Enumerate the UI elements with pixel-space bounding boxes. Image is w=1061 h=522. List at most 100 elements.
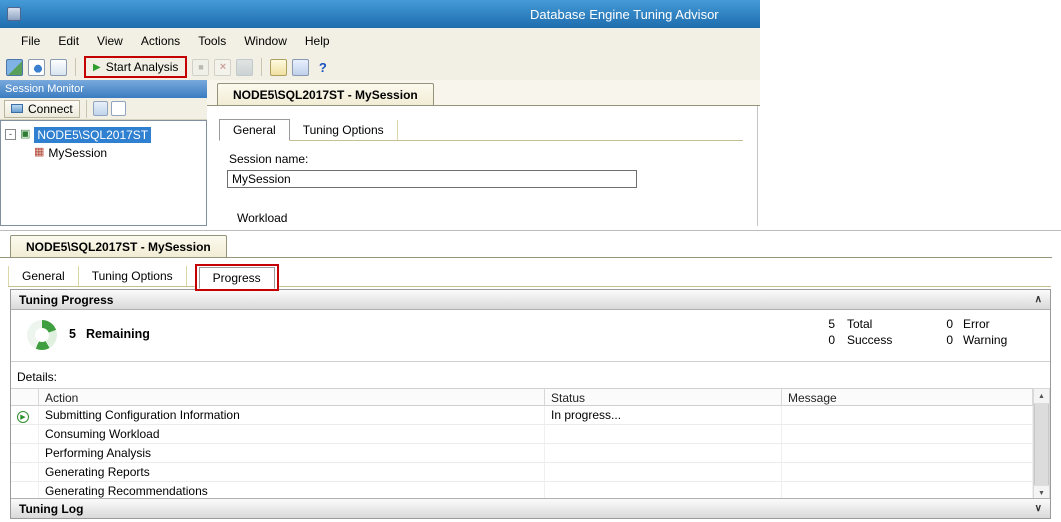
editor-tabs: General Tuning Options xyxy=(219,116,743,141)
table-row[interactable]: Performing Analysis xyxy=(11,444,1033,463)
menu-actions[interactable]: Actions xyxy=(132,30,189,52)
toolbar-separator xyxy=(86,100,87,118)
view-workload-icon[interactable] xyxy=(28,59,45,76)
session-editor: General Tuning Options Session name: Wor… xyxy=(207,106,758,226)
properties-icon[interactable] xyxy=(292,59,309,76)
remaining-label: Remaining xyxy=(86,327,150,341)
warning-label: Warning xyxy=(963,333,1007,347)
document-tab[interactable]: NODE5\SQL2017ST - MySession xyxy=(10,235,227,257)
cell-message xyxy=(782,463,1033,482)
cell-message xyxy=(782,406,1033,425)
menu-window[interactable]: Window xyxy=(235,30,296,52)
error-label: Error xyxy=(963,317,990,331)
refresh-icon[interactable] xyxy=(111,101,126,116)
toolbar-separator xyxy=(261,58,262,76)
session-node-label[interactable]: MySession xyxy=(48,146,107,160)
success-count: 0 xyxy=(813,333,835,347)
warning-count: 0 xyxy=(931,333,953,347)
progress-window: NODE5\SQL2017ST - MySession General Tuni… xyxy=(0,230,1061,522)
tab-tuning-options[interactable]: Tuning Options xyxy=(79,266,187,286)
expand-chevron-icon[interactable]: ∨ xyxy=(1035,503,1042,514)
collapse-chevron-icon[interactable]: ∧ xyxy=(1035,294,1042,305)
table-row[interactable]: Generating Reports xyxy=(11,463,1033,482)
document-tab[interactable]: NODE5\SQL2017ST - MySession xyxy=(217,83,434,105)
session-name-label: Session name: xyxy=(229,152,308,166)
menu-view[interactable]: View xyxy=(88,30,132,52)
table-row[interactable]: ▶ Submitting Configuration Information I… xyxy=(11,406,1033,425)
cell-icon xyxy=(11,444,39,463)
total-label: Total xyxy=(847,317,872,331)
cancel-analysis-icon[interactable]: × xyxy=(214,59,231,76)
workload-label: Workload xyxy=(237,211,287,225)
progress-tab-highlight: Progress xyxy=(195,264,279,291)
new-session-icon[interactable] xyxy=(6,59,23,76)
session-monitor-toolbar: Connect xyxy=(0,98,207,120)
column-icon xyxy=(11,388,39,406)
column-status[interactable]: Status xyxy=(545,388,782,406)
in-progress-icon: ▶ xyxy=(17,411,29,423)
session-name-input[interactable] xyxy=(227,170,637,188)
reports-icon[interactable] xyxy=(270,59,287,76)
total-count: 5 xyxy=(813,317,835,331)
menu-edit[interactable]: Edit xyxy=(49,30,88,52)
cell-icon xyxy=(11,463,39,482)
tab-general[interactable]: General xyxy=(219,119,290,141)
remaining-group: 5 Remaining xyxy=(69,327,150,341)
tree-expander-icon[interactable]: - xyxy=(5,129,16,140)
scroll-up-icon[interactable]: ▲ xyxy=(1034,389,1049,404)
cell-action: Consuming Workload xyxy=(39,425,545,444)
tuning-progress-title: Tuning Progress xyxy=(19,293,113,307)
cell-action: Performing Analysis xyxy=(39,444,545,463)
table-row[interactable]: Consuming Workload xyxy=(11,425,1033,444)
app-icon xyxy=(7,7,21,21)
connect-label: Connect xyxy=(28,102,73,116)
connect-button[interactable]: Connect xyxy=(4,100,80,118)
tree-row-session[interactable]: ▦ MySession xyxy=(1,144,206,161)
tab-general[interactable]: General xyxy=(8,266,79,286)
window-title: Database Engine Tuning Advisor xyxy=(530,7,719,22)
session-monitor-panel: Session Monitor Connect - ▣ NODE5\SQL201… xyxy=(0,80,207,226)
tuning-progress-header[interactable]: Tuning Progress ∧ xyxy=(11,290,1050,310)
menu-tools[interactable]: Tools xyxy=(189,30,235,52)
menu-help[interactable]: Help xyxy=(296,30,339,52)
cell-icon xyxy=(11,425,39,444)
toolbar-separator xyxy=(75,58,76,76)
cell-status xyxy=(545,425,782,444)
tab-tuning-options[interactable]: Tuning Options xyxy=(290,120,398,140)
tree-row-server[interactable]: - ▣ NODE5\SQL2017ST xyxy=(1,126,206,143)
connect-icon xyxy=(11,104,23,113)
screen: Database Engine Tuning Advisor File Edit… xyxy=(0,0,1061,522)
session-tree: - ▣ NODE5\SQL2017ST ▦ MySession xyxy=(0,120,207,226)
start-analysis-highlight: ▶ Start Analysis xyxy=(84,56,187,78)
tuning-log-header[interactable]: Tuning Log ∨ xyxy=(11,498,1050,518)
scroll-thumb[interactable] xyxy=(1034,404,1049,485)
server-icon: ▣ xyxy=(20,129,30,140)
cell-status xyxy=(545,463,782,482)
column-action[interactable]: Action xyxy=(39,388,545,406)
cell-icon: ▶ xyxy=(11,406,39,425)
tab-progress[interactable]: Progress xyxy=(199,267,275,289)
column-message[interactable]: Message xyxy=(782,388,1033,406)
monitor-options-icon[interactable] xyxy=(93,101,108,116)
progress-table: Action Status Message ▶ Submitting Confi… xyxy=(11,388,1050,501)
start-analysis-label: Start Analysis xyxy=(106,60,179,74)
table-header: Action Status Message xyxy=(11,388,1033,406)
server-node-label[interactable]: NODE5\SQL2017ST xyxy=(34,127,151,143)
start-analysis-play-icon: ▶ xyxy=(93,62,101,73)
cell-message xyxy=(782,444,1033,463)
progress-spinner-icon xyxy=(27,320,57,350)
start-analysis-button[interactable]: ▶ Start Analysis xyxy=(86,58,185,76)
table-scrollbar[interactable]: ▲ ▼ xyxy=(1033,388,1050,501)
success-label: Success xyxy=(847,333,892,347)
title-bar[interactable]: Database Engine Tuning Advisor xyxy=(0,0,760,28)
progress-view-tabs: General Tuning Options Progress xyxy=(8,262,1051,287)
help-icon[interactable]: ? xyxy=(314,59,331,76)
stop-analysis-icon[interactable]: ■ xyxy=(192,59,209,76)
menu-file[interactable]: File xyxy=(12,30,49,52)
save-icon[interactable] xyxy=(236,59,253,76)
details-label: Details: xyxy=(17,370,1050,384)
progress-panel: Tuning Progress ∧ 5 Remaining 5 Total 0 … xyxy=(10,289,1051,519)
error-count: 0 xyxy=(931,317,953,331)
main-toolbar: ▶ Start Analysis ■ × ? xyxy=(0,54,760,81)
open-session-icon[interactable] xyxy=(50,59,67,76)
